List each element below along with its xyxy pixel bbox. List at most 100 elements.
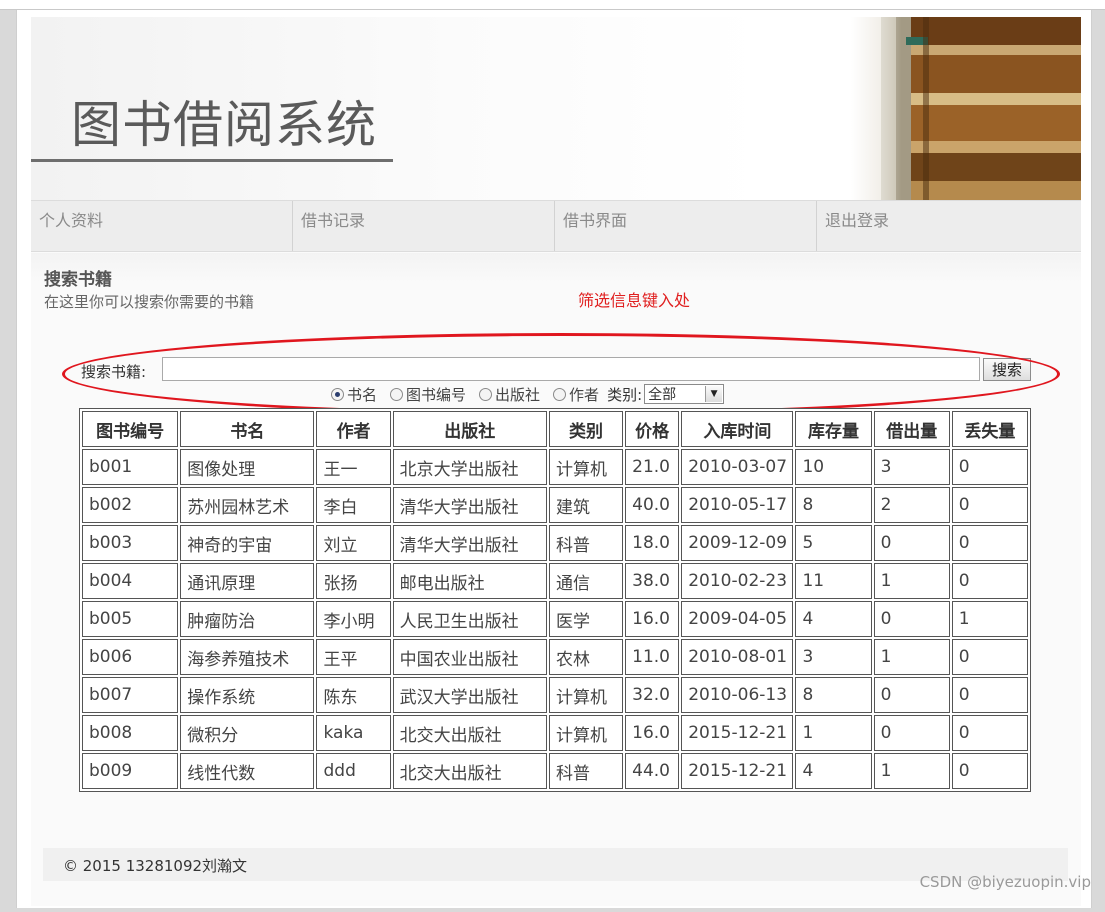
table-cell: 微积分 — [180, 715, 315, 751]
nav-item-borrow-page[interactable]: 借书界面 — [555, 201, 817, 251]
table-cell: 王平 — [316, 639, 391, 675]
table-cell: 1 — [873, 753, 950, 789]
table-cell: b008 — [82, 715, 179, 751]
table-cell: 农林 — [548, 639, 624, 675]
header-price: 价格 — [625, 411, 680, 447]
table-cell: 4 — [795, 601, 872, 637]
table-cell: 32.0 — [625, 677, 680, 713]
table-cell: 0 — [951, 677, 1028, 713]
table-cell: b009 — [82, 753, 179, 789]
table-cell: 2015-12-21 — [681, 753, 794, 789]
table-row: b003 神奇的宇宙 刘立 清华大学出版社 科普 18.0 2009-12-09 5 0 0 — [82, 525, 1028, 561]
header-author: 作者 — [316, 411, 391, 447]
option-label: 书名 — [347, 385, 378, 404]
search-button[interactable]: 搜索 — [983, 358, 1031, 381]
table-row: b002 苏州园林艺术 李白 清华大学出版社 建筑 40.0 2010-05-17 8 2 0 — [82, 487, 1028, 523]
option-author[interactable]: 作者 — [553, 384, 599, 405]
header-category: 类别 — [548, 411, 624, 447]
table-cell: 通信 — [548, 563, 624, 599]
table-cell: 中国农业出版社 — [392, 639, 547, 675]
books-image — [851, 17, 1081, 200]
main-nav: 个人资料 借书记录 借书界面 退出登录 — [31, 200, 1081, 252]
table-cell: 计算机 — [548, 715, 624, 751]
table-cell: 肿瘤防治 — [180, 601, 315, 637]
nav-item-borrow-records[interactable]: 借书记录 — [293, 201, 555, 251]
table-cell: 李白 — [316, 487, 391, 523]
table-cell: 40.0 — [625, 487, 680, 523]
table-cell: b006 — [82, 639, 179, 675]
table-cell: 通讯原理 — [180, 563, 315, 599]
table-cell: 人民卫生出版社 — [392, 601, 547, 637]
nav-item-profile[interactable]: 个人资料 — [31, 201, 293, 251]
table-cell: 神奇的宇宙 — [180, 525, 315, 561]
header-lost: 丢失量 — [951, 411, 1028, 447]
table-cell: 科普 — [548, 753, 624, 789]
table-row: b006 海参养殖技术 王平 中国农业出版社 农林 11.0 2010-08-01 3 1 0 — [82, 639, 1028, 675]
table-cell: 0 — [873, 715, 950, 751]
table-cell: 0 — [951, 715, 1028, 751]
radio-book-id[interactable] — [390, 387, 404, 401]
chevron-down-icon[interactable]: ▼ — [705, 386, 723, 402]
search-label: 搜索书籍: — [81, 363, 147, 381]
table-cell: 11 — [795, 563, 872, 599]
browser-frame: 图书借阅系统 个人资料 借书记录 借书界面 退出登录 搜索书籍 在这里你可以搜索… — [16, 10, 1092, 908]
table-row: b007 操作系统 陈东 武汉大学出版社 计算机 32.0 2010-06-13 8 0 0 — [82, 677, 1028, 713]
table-cell: 建筑 — [548, 487, 624, 523]
header-title: 书名 — [180, 411, 315, 447]
page: 图书借阅系统 个人资料 借书记录 借书界面 退出登录 搜索书籍 在这里你可以搜索… — [31, 17, 1081, 906]
radio-title[interactable] — [331, 387, 344, 401]
radio-author[interactable] — [553, 387, 567, 401]
section-description: 在这里你可以搜索你需要的书籍 — [44, 293, 255, 311]
books-table: 图书编号 书名 作者 出版社 类别 价格 入库时间 库存量 借出量 丢失量 b0 — [79, 408, 1031, 792]
table-cell: 2010-02-23 — [681, 563, 794, 599]
header-publisher: 出版社 — [392, 411, 547, 447]
table-cell: 北交大出版社 — [392, 715, 547, 751]
table-cell: ddd — [316, 753, 391, 789]
window-top-strip — [0, 0, 1105, 10]
table-cell: 0 — [951, 449, 1028, 485]
option-label: 出版社 — [495, 385, 541, 404]
table-cell: 5 — [795, 525, 872, 561]
header-borrowed: 借出量 — [873, 411, 950, 447]
table-cell: 海参养殖技术 — [180, 639, 315, 675]
table-cell: 刘立 — [316, 525, 391, 561]
option-title[interactable]: 书名 — [331, 384, 377, 405]
table-cell: 2010-06-13 — [681, 677, 794, 713]
table-cell: 1 — [951, 601, 1028, 637]
search-input[interactable] — [162, 357, 980, 381]
table-cell: b001 — [82, 449, 179, 485]
table-cell: 线性代数 — [180, 753, 315, 789]
title-underline — [31, 159, 393, 162]
table-cell: 16.0 — [625, 601, 680, 637]
table-cell: 1 — [795, 715, 872, 751]
table-row: b001 图像处理 王一 北京大学出版社 计算机 21.0 2010-03-07 10 3 0 — [82, 449, 1028, 485]
table-cell: b004 — [82, 563, 179, 599]
table-cell: 医学 — [548, 601, 624, 637]
option-book-id[interactable]: 图书编号 — [390, 384, 466, 405]
table-cell: 科普 — [548, 525, 624, 561]
header-date: 入库时间 — [681, 411, 794, 447]
table-cell: 王一 — [316, 449, 391, 485]
table-cell: 10 — [795, 449, 872, 485]
table-cell: b005 — [82, 601, 179, 637]
table-cell: 18.0 — [625, 525, 680, 561]
table-cell: 38.0 — [625, 563, 680, 599]
nav-item-logout[interactable]: 退出登录 — [817, 201, 1079, 251]
table-row: b005 肿瘤防治 李小明 人民卫生出版社 医学 16.0 2009-04-05 4 0 1 — [82, 601, 1028, 637]
option-publisher[interactable]: 出版社 — [479, 384, 540, 405]
table-cell: 0 — [951, 525, 1028, 561]
category-select[interactable]: 全部 ▼ — [644, 384, 725, 404]
radio-publisher[interactable] — [479, 387, 493, 401]
table-cell: 张扬 — [316, 563, 391, 599]
table-cell: 44.0 — [625, 753, 680, 789]
table-cell: 武汉大学出版社 — [392, 677, 547, 713]
table-row: b009 线性代数 ddd 北交大出版社 科普 44.0 2015-12-21 4 1 0 — [82, 753, 1028, 789]
table-cell: 21.0 — [625, 449, 680, 485]
table-cell: 8 — [795, 677, 872, 713]
table-cell: 2010-03-07 — [681, 449, 794, 485]
table-cell: b003 — [82, 525, 179, 561]
table-cell: 8 — [795, 487, 872, 523]
table-cell: 操作系统 — [180, 677, 315, 713]
table-cell: 清华大学出版社 — [392, 525, 547, 561]
table-cell: 清华大学出版社 — [392, 487, 547, 523]
